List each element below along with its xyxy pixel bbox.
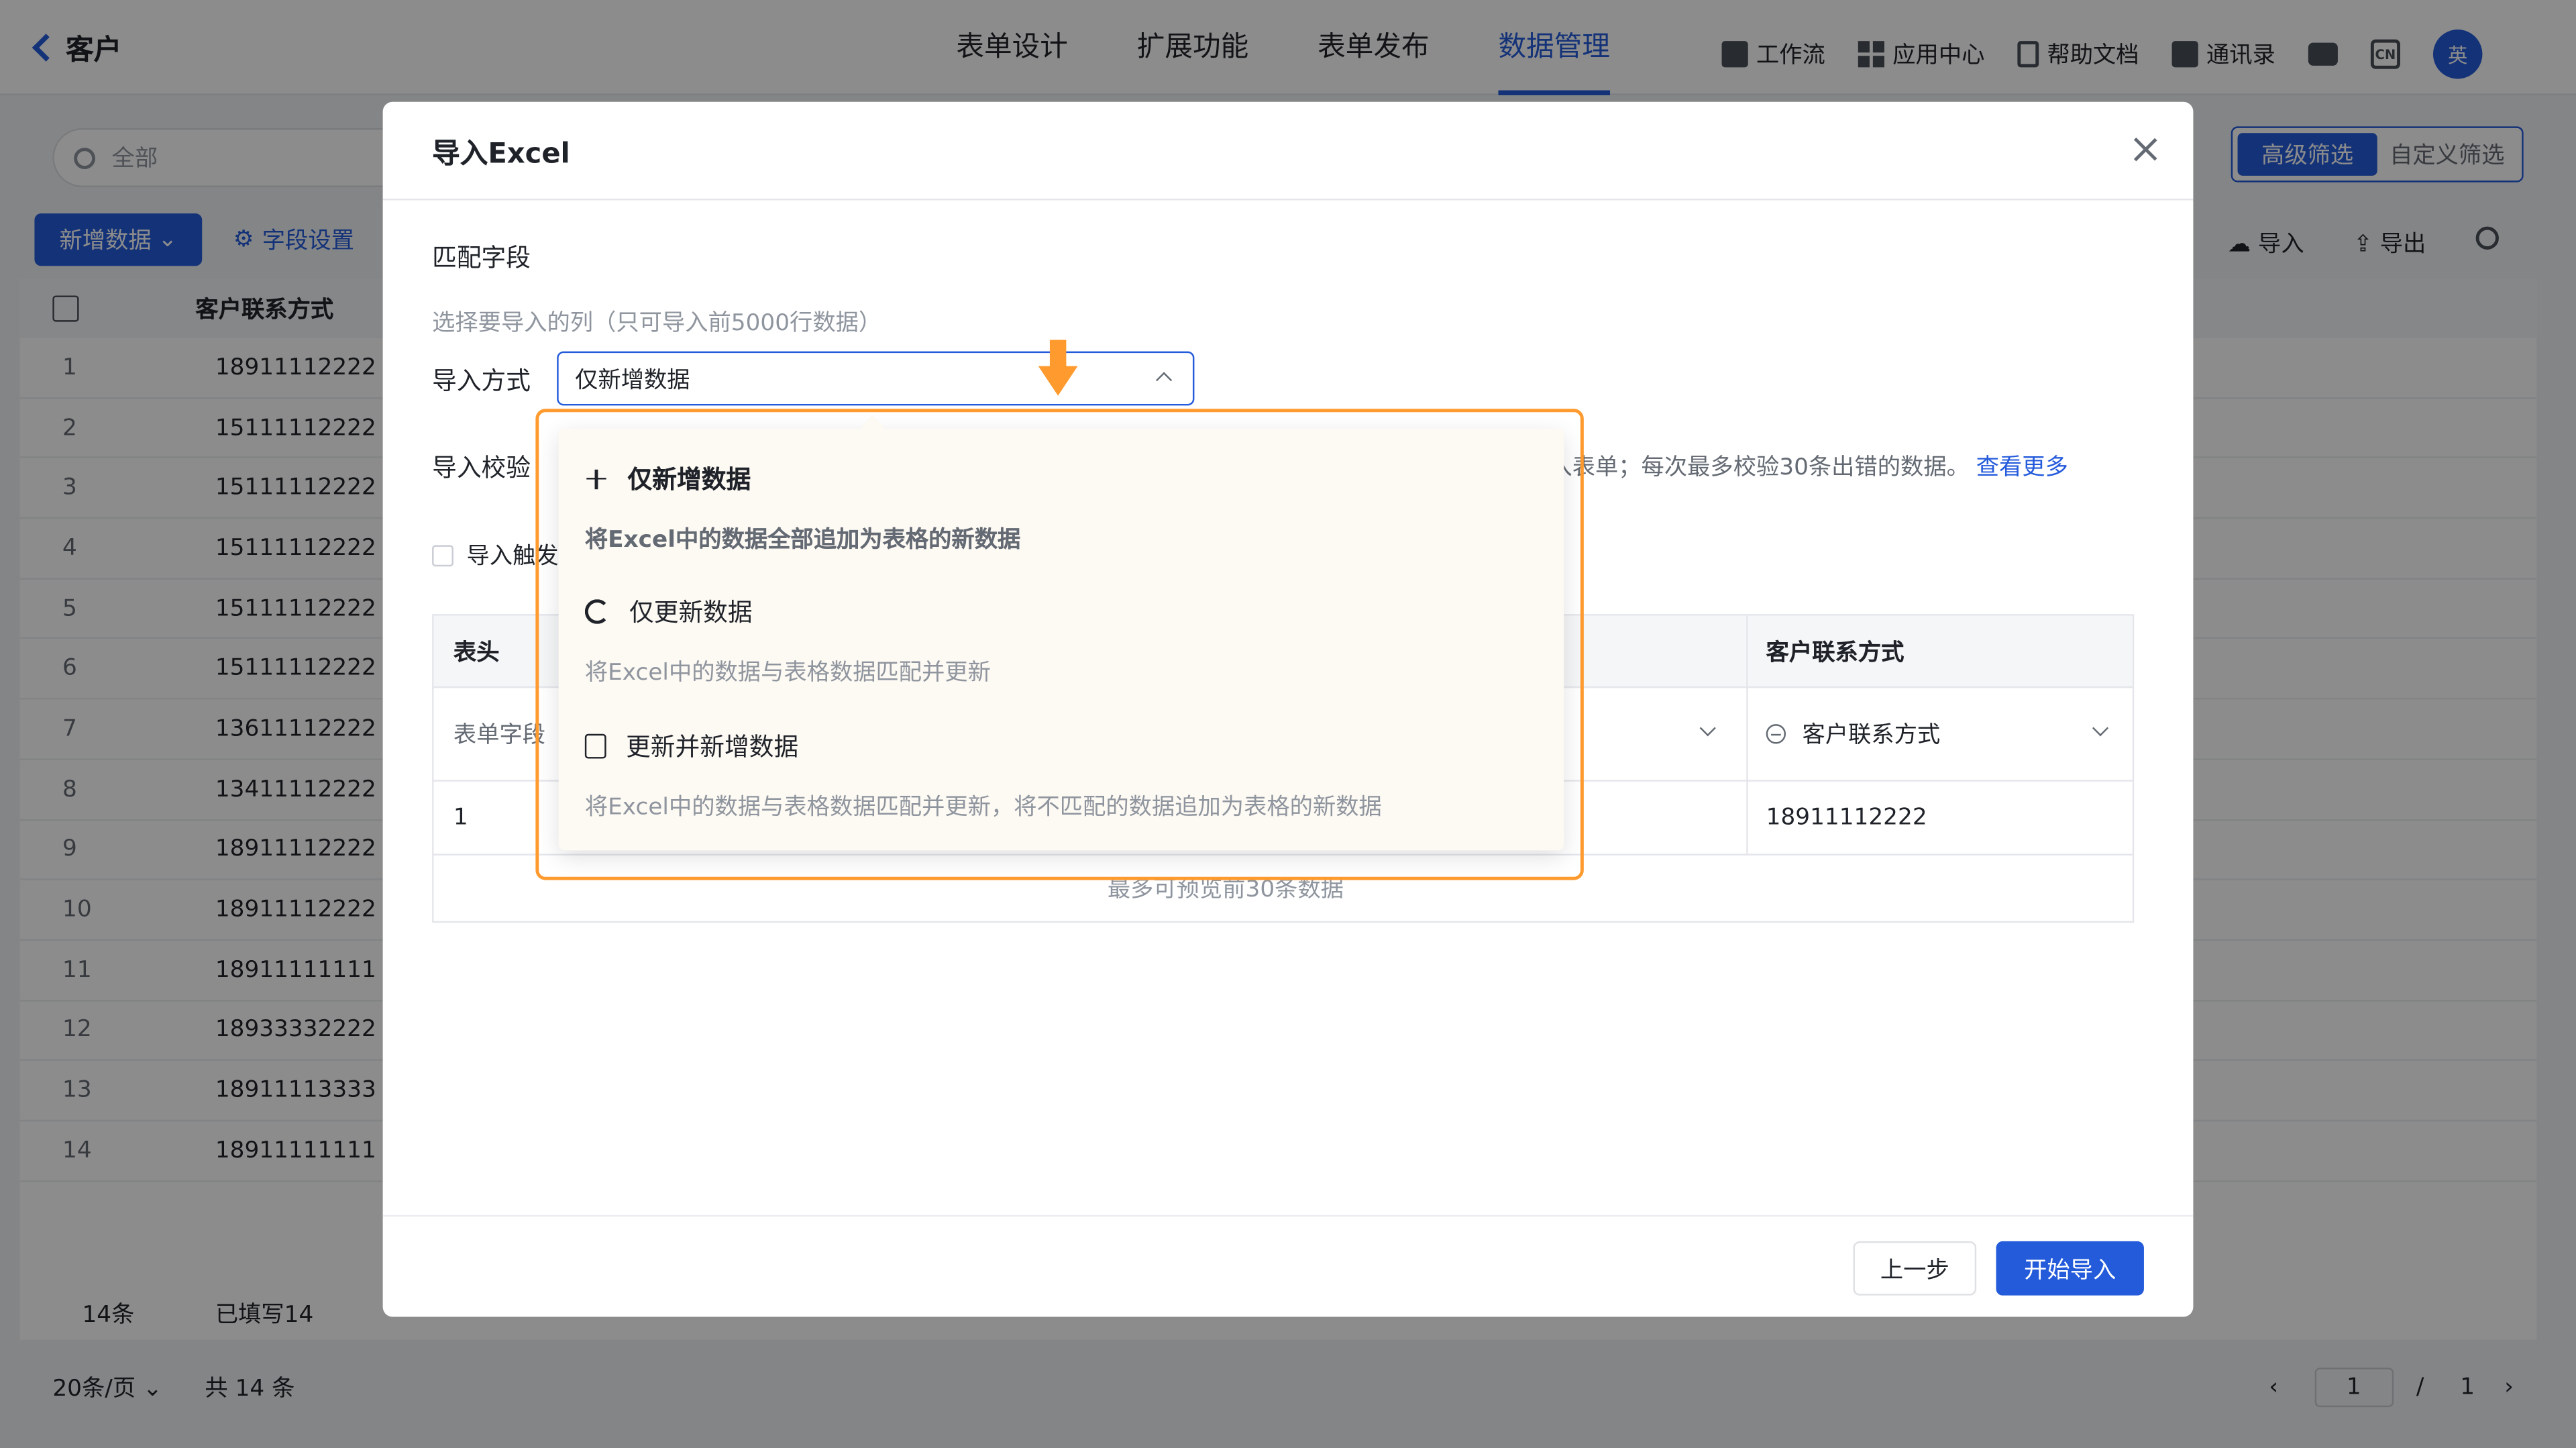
option-title: 仅更新数据 [629,597,753,627]
field-select-value: 客户联系方式 [1802,722,1941,749]
modal-title: 导入Excel [382,102,2194,201]
option-title: 更新并新增数据 [626,732,799,762]
option-description: 将Excel中的数据全部追加为表格的新数据 [584,527,1021,554]
import-mode-value: 仅新增数据 [575,366,690,394]
sync-icon [584,599,610,624]
previous-step-button[interactable]: 上一步 [1853,1241,1977,1296]
option-title: 仅新增数据 [627,464,751,495]
view-more-link[interactable]: 查看更多 [1976,455,2068,481]
modal-footer: 上一步 开始导入 [382,1214,2194,1317]
verify-text: 入表单；每次最多校验30条出错的数据。 [1549,454,1970,481]
import-mode-label: 导入方式 [432,366,531,396]
field-select[interactable]: 客户联系方式 [1746,688,2133,780]
import-mode-dropdown: 仅新增数据 将Excel中的数据全部追加为表格的新数据 仅更新数据 将Excel… [558,428,1564,851]
chevron-down-icon [2092,720,2109,737]
option-description: 将Excel中的数据与表格数据匹配并更新 [584,660,991,686]
data-value-cell: 18911112222 [1766,805,1927,831]
data-index-cell: 1 [453,805,468,831]
chevron-up-icon [1155,372,1173,389]
plus-icon [585,467,608,490]
minus-circle-icon [1766,724,1786,744]
option-update-and-add[interactable]: 更新并新增数据 将Excel中的数据与表格数据匹配并更新，将不匹配的数据追加为表… [584,729,1382,822]
field-label-cell: 表单字段 [453,722,546,749]
option-description: 将Excel中的数据与表格数据匹配并更新，将不匹配的数据追加为表格的新数据 [584,794,1382,821]
option-add-only[interactable]: 仅新增数据 将Excel中的数据全部追加为表格的新数据 [585,462,1020,555]
section-title: 匹配字段 [432,243,531,273]
import-mode-select[interactable]: 仅新增数据 [557,351,1195,406]
chevron-down-icon[interactable] [1699,720,1716,737]
import-hint: 选择要导入的列（只可导入前5000行数据） [432,310,882,337]
option-update-only[interactable]: 仅更新数据 将Excel中的数据与表格数据匹配并更新 [584,594,991,688]
pointer-arrow-icon [1038,340,1078,396]
verify-label: 导入校验 [432,453,531,483]
column-divider [1746,615,1748,856]
close-icon[interactable] [2134,138,2157,161]
verify-description: 入表单；每次最多校验30条出错的数据。 查看更多 [1549,450,2068,482]
app-stage: 客户 表单设计 扩展功能 表单发布 数据管理 工作流 应用中心 帮助文档 通讯录… [0,0,2576,1448]
start-import-button[interactable]: 开始导入 [1996,1241,2144,1296]
header-label-cell: 表头 [453,639,500,666]
header-column-cell: 客户联系方式 [1766,639,1904,666]
note-icon [584,733,606,759]
trigger-checkbox[interactable] [432,544,453,566]
